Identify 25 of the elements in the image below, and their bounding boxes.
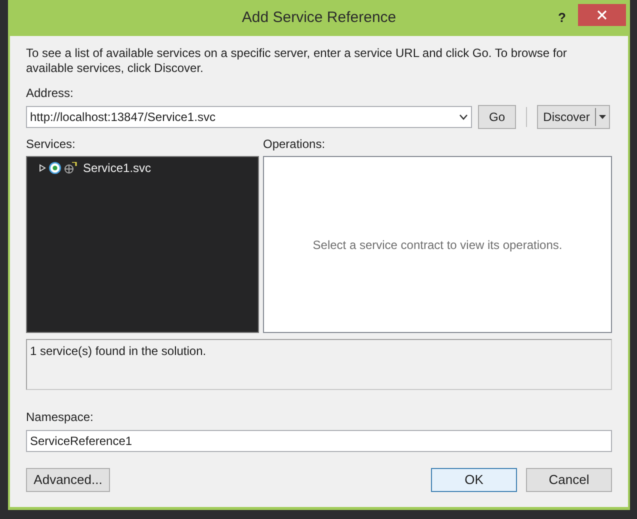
address-field[interactable]: http://localhost:13847/Service1.svc (26, 106, 472, 128)
operations-empty-message: Select a service contract to view its operations. (312, 236, 562, 254)
help-button[interactable]: ? (558, 8, 566, 28)
address-label: Address: (26, 85, 74, 102)
close-button[interactable] (578, 4, 626, 26)
ok-button[interactable]: OK (431, 468, 517, 492)
go-button[interactable]: Go (478, 105, 516, 129)
tree-item-label: Service1.svc (83, 160, 152, 177)
expand-arrow-icon (39, 164, 46, 172)
close-icon (597, 10, 607, 20)
tree-item[interactable]: Service1.svc (27, 160, 258, 176)
services-label: Services: (26, 136, 76, 153)
status-text: 1 service(s) found in the solution. (30, 344, 206, 358)
discover-button[interactable]: Discover (537, 105, 610, 129)
instructions-text: To see a list of available services on a specific server, enter a service URL and click Go. To browse for available services, click Discover. (26, 46, 568, 76)
service-icon (49, 162, 61, 174)
globe-icon (64, 162, 77, 174)
window-title: Add Service Reference (242, 8, 396, 28)
advanced-button[interactable]: Advanced... (26, 468, 110, 492)
namespace-field[interactable]: ServiceReference1 (26, 430, 612, 452)
chevron-down-icon (459, 114, 468, 120)
caret-icon (599, 115, 606, 119)
operations-label: Operations: (263, 136, 326, 153)
cancel-button[interactable]: Cancel (526, 468, 612, 492)
namespace-label: Namespace: (26, 409, 94, 426)
